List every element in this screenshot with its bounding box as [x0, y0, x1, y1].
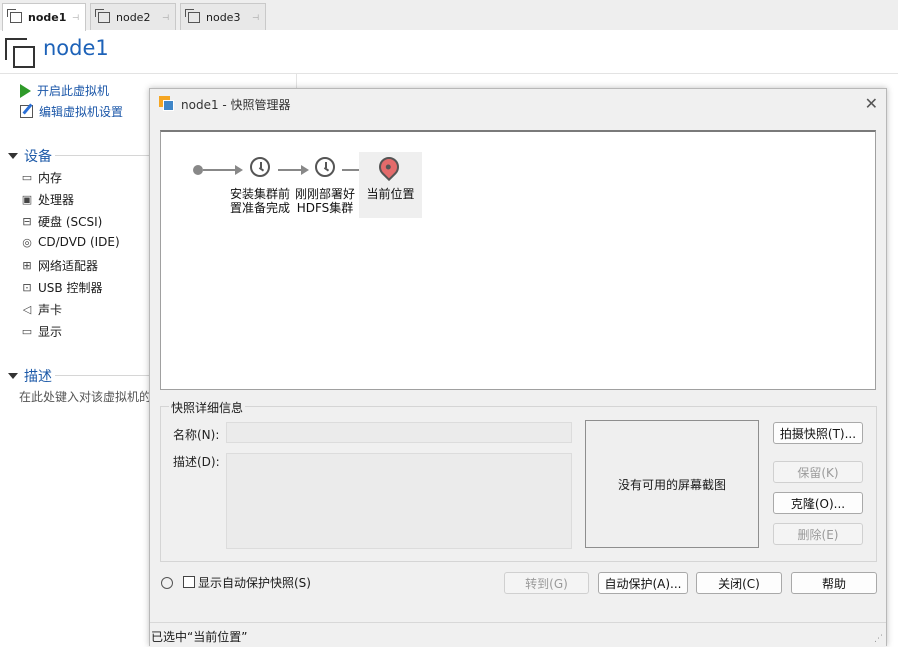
cd-dvd-icon: ◎	[22, 235, 32, 249]
collapse-icon	[8, 373, 18, 379]
device-label: 硬盘 (SCSI)	[38, 215, 103, 229]
device-usb[interactable]: ⊡ USB 控制器	[20, 279, 102, 296]
description-section-header[interactable]: 描述	[8, 366, 52, 386]
close-icon[interactable]: ✕	[865, 94, 878, 113]
vmware-icon	[159, 96, 174, 111]
vm-icon	[5, 38, 35, 68]
sound-card-icon: ◁	[22, 303, 32, 316]
vm-tab-icon	[185, 8, 200, 23]
description-placeholder[interactable]: 在此处键入对该虚拟机的描述。	[19, 388, 151, 405]
pin-icon[interactable]: ⊣	[162, 13, 169, 22]
show-autoprotect-label[interactable]: 显示自动保护快照(S)	[198, 574, 311, 591]
pin-icon[interactable]: ⊣	[252, 13, 259, 22]
device-processor[interactable]: ▣ 处理器	[20, 191, 74, 208]
memory-icon: ▭	[21, 171, 33, 184]
page-title: node1	[43, 36, 109, 60]
location-pin-icon	[374, 152, 404, 182]
name-field[interactable]	[226, 422, 572, 443]
device-label: 声卡	[38, 303, 63, 317]
tab-node3[interactable]: node3 ⊣	[180, 3, 266, 30]
vm-tab-icon	[95, 8, 110, 23]
start-vm-link[interactable]: 开启此虚拟机	[20, 82, 109, 99]
tree-connector	[203, 169, 237, 171]
snapshot-2[interactable]: 刚刚部署好 HDFS集群	[293, 187, 357, 215]
display-icon: ▭	[21, 325, 33, 338]
arrow-icon	[301, 165, 309, 175]
history-icon	[161, 577, 173, 589]
pin-icon[interactable]: ⊣	[72, 13, 79, 22]
snapshot-clock-icon[interactable]	[250, 157, 270, 177]
snapshot-name-line: HDFS集群	[296, 201, 354, 215]
take-snapshot-button[interactable]: 拍摄快照(T)...	[773, 422, 863, 444]
hard-disk-icon: ⊟	[22, 215, 32, 228]
collapse-icon	[8, 153, 18, 159]
tree-connector	[278, 169, 301, 171]
tab-label: node3	[206, 10, 241, 24]
device-cd-dvd[interactable]: ◎ CD/DVD (IDE)	[20, 235, 120, 249]
edit-vm-label: 编辑虚拟机设置	[39, 105, 124, 119]
network-adapter-icon: ⊞	[22, 259, 32, 272]
help-button[interactable]: 帮助	[791, 572, 877, 594]
section-divider	[55, 155, 149, 156]
device-sound-card[interactable]: ◁ 声卡	[20, 301, 62, 318]
current-location-label: 当前位置	[366, 187, 415, 201]
tab-label: node2	[116, 10, 151, 24]
play-icon	[20, 83, 31, 98]
snapshot-tree[interactable]: 安装集群前 置准备完成 刚刚部署好 HDFS集群 当前位置	[160, 130, 876, 390]
device-label: 显示	[38, 325, 63, 339]
tab-label: node1	[28, 11, 67, 24]
device-memory[interactable]: ▭ 内存	[20, 169, 62, 186]
tab-node2[interactable]: node2 ⊣	[90, 3, 176, 30]
screenshot-preview: 没有可用的屏幕截图	[585, 420, 759, 548]
usb-icon: ⊡	[22, 281, 32, 294]
close-button[interactable]: 关闭(C)	[696, 572, 782, 594]
autoprotect-button[interactable]: 自动保护(A)...	[598, 572, 688, 594]
tree-root-dot	[193, 165, 203, 175]
processor-icon: ▣	[21, 193, 33, 206]
edit-vm-link[interactable]: 编辑虚拟机设置	[20, 103, 123, 120]
snapshot-name-line: 置准备完成	[229, 201, 290, 215]
devices-title: 设备	[24, 149, 52, 165]
resize-grip-icon[interactable]: ⋰	[874, 634, 883, 644]
name-label: 名称(N):	[173, 428, 220, 442]
snapshot-clock-icon[interactable]	[315, 157, 335, 177]
start-vm-label: 开启此虚拟机	[37, 84, 110, 98]
device-label: CD/DVD (IDE)	[38, 235, 120, 249]
arrow-icon	[235, 165, 243, 175]
description-label: 描述(D):	[173, 455, 220, 469]
device-label: USB 控制器	[38, 281, 103, 295]
status-text: 已选中“当前位置”	[151, 630, 248, 644]
group-title: 快照详细信息	[169, 399, 246, 416]
dialog-title: node1 - 快照管理器	[181, 98, 291, 112]
device-label: 网络适配器	[38, 259, 99, 273]
description-title: 描述	[24, 369, 52, 385]
current-location-node[interactable]: 当前位置	[359, 152, 422, 218]
device-network-adapter[interactable]: ⊞ 网络适配器	[20, 257, 98, 274]
snapshot-name-line: 刚刚部署好	[294, 187, 355, 201]
device-hard-disk[interactable]: ⊟ 硬盘 (SCSI)	[20, 213, 102, 230]
device-label: 处理器	[38, 193, 75, 207]
delete-button[interactable]: 删除(E)	[773, 523, 863, 545]
edit-settings-icon	[20, 105, 33, 118]
device-display[interactable]: ▭ 显示	[20, 323, 62, 340]
tab-node1[interactable]: node1 ⊣	[2, 3, 86, 31]
keep-button[interactable]: 保留(K)	[773, 461, 863, 483]
devices-section-header[interactable]: 设备	[8, 146, 52, 166]
status-bar: 已选中“当前位置” ⋰	[150, 622, 886, 647]
clone-button[interactable]: 克隆(O)...	[773, 492, 863, 514]
device-label: 内存	[38, 171, 63, 185]
snapshot-details-group: 快照详细信息 名称(N): 描述(D): 没有可用的屏幕截图 拍摄快照(T)..…	[160, 399, 877, 562]
section-divider	[55, 375, 149, 376]
snapshot-name-line: 安装集群前	[229, 187, 290, 201]
header-divider	[0, 73, 898, 74]
description-field[interactable]	[226, 453, 572, 549]
snapshot-1[interactable]: 安装集群前 置准备完成	[227, 187, 293, 215]
vm-tab-icon	[7, 9, 22, 23]
goto-button[interactable]: 转到(G)	[504, 572, 589, 594]
snapshot-manager-dialog: node1 - 快照管理器 ✕ 安装集群前 置准备完成 刚刚部署好 HDFS集群…	[149, 88, 887, 647]
show-autoprotect-checkbox[interactable]	[183, 576, 195, 588]
